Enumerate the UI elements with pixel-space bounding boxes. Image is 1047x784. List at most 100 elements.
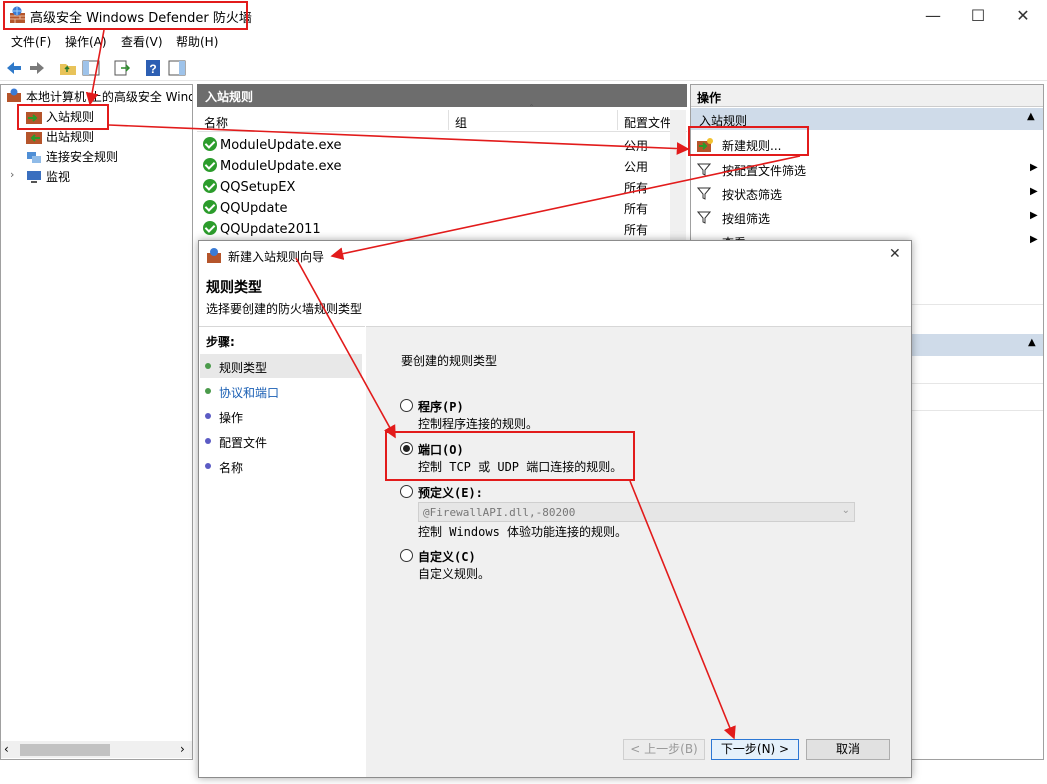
- export-list-icon[interactable]: [112, 58, 132, 78]
- tree-root[interactable]: 本地计算机 上的高级安全 Windo: [26, 88, 192, 105]
- submenu-arrow-icon: ▶: [1030, 234, 1038, 245]
- filter-icon: [697, 187, 711, 200]
- scroll-right-icon[interactable]: ›: [180, 742, 185, 756]
- menu-help[interactable]: 帮助(H): [176, 33, 218, 50]
- divider: [912, 383, 1043, 384]
- close-button[interactable]: ✕: [1000, 0, 1046, 31]
- tree-item-outbound-rules[interactable]: 出站规则: [46, 128, 94, 145]
- rule-name: ModuleUpdate.exe: [220, 138, 342, 153]
- radio-predefined[interactable]: [400, 485, 413, 498]
- enabled-check-icon: [203, 137, 217, 151]
- table-row[interactable]: QQUpdate2011: [203, 221, 321, 237]
- step-protocol-ports[interactable]: 协议和端口: [219, 384, 279, 401]
- annotation-box-inbound: [17, 104, 109, 130]
- wizard-firewall-icon: [207, 248, 221, 263]
- option-predefined-desc: 控制 Windows 体验功能连接的规则。: [418, 525, 628, 539]
- step-action: 操作: [219, 411, 244, 425]
- rule-profile: 所有: [624, 202, 649, 216]
- menu-file[interactable]: 文件(F): [11, 33, 51, 50]
- enabled-check-icon: [203, 221, 217, 235]
- enabled-check-icon: [203, 158, 217, 172]
- step-rule-type: 规则类型: [219, 361, 268, 375]
- navigation-tree: [0, 84, 193, 760]
- rule-profile: 公用: [624, 139, 649, 153]
- submenu-arrow-icon: ▶: [1030, 210, 1038, 221]
- filter-icon: [697, 163, 711, 176]
- up-folder-icon[interactable]: [58, 58, 78, 78]
- scroll-thumb[interactable]: [20, 744, 110, 756]
- help-icon[interactable]: ?: [143, 58, 163, 78]
- table-row[interactable]: ModuleUpdate.exe: [203, 158, 342, 174]
- action-filter-profile[interactable]: 按配置文件筛选: [722, 162, 806, 179]
- table-row[interactable]: ModuleUpdate.exe: [203, 137, 342, 153]
- tree-item-monitoring[interactable]: 监视: [46, 168, 70, 185]
- annotation-box-port: [385, 431, 635, 481]
- action-filter-group[interactable]: 按组筛选: [722, 210, 770, 227]
- steps-label: 步骤:: [206, 335, 235, 349]
- wizard-title: 新建入站规则向导: [228, 250, 325, 264]
- submenu-arrow-icon: ▶: [1030, 186, 1038, 197]
- column-name[interactable]: 名称: [204, 114, 228, 131]
- rules-column-header: [197, 108, 687, 132]
- column-profile[interactable]: 配置文件: [624, 114, 670, 131]
- wizard-heading: 规则类型: [206, 280, 262, 296]
- predefined-select-value: @FirewallAPI.dll,-80200: [423, 506, 576, 519]
- back-button[interactable]: < 上一步(B): [623, 739, 705, 760]
- rule-profile: 所有: [624, 181, 649, 195]
- table-row[interactable]: QQSetupEX: [203, 179, 295, 195]
- rule-name: QQUpdate: [220, 201, 288, 216]
- column-group[interactable]: 组: [455, 114, 467, 131]
- sort-caret-icon: ˆ: [529, 104, 534, 115]
- option-program-desc: 控制程序连接的规则。: [418, 417, 539, 431]
- chevron-down-icon: ⌄: [841, 505, 850, 516]
- vertical-scrollbar[interactable]: [670, 110, 686, 240]
- forward-arrow-icon[interactable]: [27, 58, 47, 78]
- action-filter-state[interactable]: 按状态筛选: [722, 186, 782, 203]
- menu-action[interactable]: 操作(A): [65, 33, 107, 50]
- option-custom-label[interactable]: 自定义(C): [418, 548, 476, 565]
- monitor-icon: [27, 171, 41, 183]
- cancel-button[interactable]: 取消: [806, 739, 890, 760]
- radio-program[interactable]: [400, 399, 413, 412]
- connection-security-icon: [27, 152, 41, 163]
- option-predefined-label[interactable]: 预定义(E):: [418, 484, 483, 501]
- rule-profile: 所有: [624, 223, 649, 237]
- back-arrow-icon[interactable]: [4, 58, 24, 78]
- minimize-button[interactable]: —: [910, 0, 956, 31]
- maximize-button[interactable]: ☐: [955, 0, 1001, 31]
- filter-icon: [697, 211, 711, 224]
- option-program-label[interactable]: 程序(P): [418, 398, 464, 415]
- radio-custom[interactable]: [400, 549, 413, 562]
- menu-view[interactable]: 查看(V): [121, 33, 163, 50]
- divider: [912, 304, 1043, 305]
- step-bullet-icon: [205, 363, 211, 369]
- step-profile: 配置文件: [219, 436, 268, 450]
- outbound-rules-icon: [26, 132, 42, 144]
- show-action-pane-icon[interactable]: [167, 58, 187, 78]
- actions-title: 操作: [697, 91, 722, 105]
- rules-pane-header: 入站规则: [197, 84, 687, 107]
- collapse-up-icon[interactable]: ▲: [1027, 111, 1035, 122]
- step-bullet-icon: [205, 413, 211, 419]
- tree-item-connection-security[interactable]: 连接安全规则: [46, 148, 118, 165]
- rule-name: ModuleUpdate.exe: [220, 159, 342, 174]
- annotation-box-title: [3, 1, 248, 30]
- next-button[interactable]: 下一步(N) >: [711, 739, 799, 760]
- rule-type-prompt: 要创建的规则类型: [401, 354, 498, 368]
- rules-pane-title: 入站规则: [205, 90, 254, 104]
- svg-text:?: ?: [149, 62, 156, 76]
- annotation-box-new-rule: [688, 126, 809, 156]
- table-row[interactable]: QQUpdate: [203, 200, 288, 216]
- rule-profile: 公用: [624, 160, 649, 174]
- show-hide-tree-icon[interactable]: [81, 58, 101, 78]
- scroll-left-icon[interactable]: ‹: [4, 742, 9, 756]
- predefined-select[interactable]: @FirewallAPI.dll,-80200 ⌄: [418, 502, 855, 522]
- actions-section-header-2[interactable]: ▲: [912, 334, 1043, 356]
- collapse-up-icon[interactable]: ▲: [1028, 337, 1036, 348]
- option-custom-desc: 自定义规则。: [418, 567, 491, 581]
- firewall-window: 高级安全 Windows Defender 防火墙 — ☐ ✕ 文件(F) 操作…: [0, 0, 1047, 784]
- rule-name: QQUpdate2011: [220, 222, 321, 237]
- expand-chevron-icon[interactable]: ›: [10, 168, 14, 181]
- rule-name: QQSetupEX: [220, 180, 296, 195]
- wizard-close-icon[interactable]: ✕: [889, 246, 901, 262]
